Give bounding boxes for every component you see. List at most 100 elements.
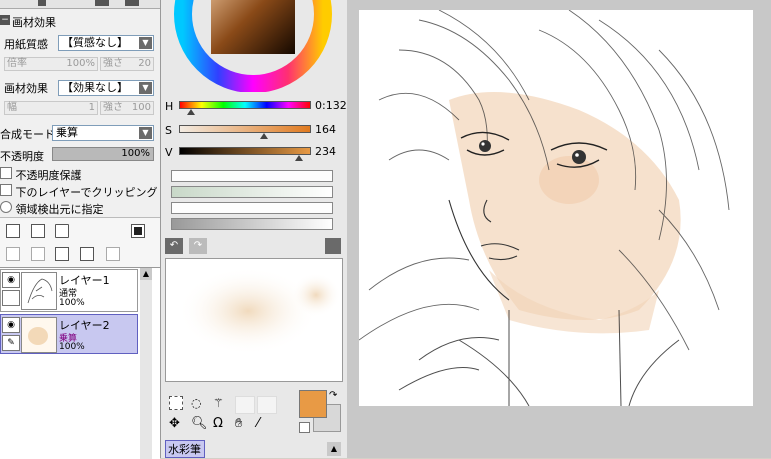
rotate-icon[interactable]: Ω — [213, 416, 223, 432]
layer-thumbnail — [21, 317, 57, 353]
sketch-thumbnail-icon — [27, 278, 53, 304]
lasso-icon[interactable]: ◌ — [191, 396, 207, 410]
hand-icon[interactable]: ✋︎ — [235, 416, 242, 432]
color-panel: H 0:132 S 164 V 234 ↶ ↷ ◌ ⚚ ✥ 🔍︎ Ω ✋︎ ⁄ … — [160, 0, 348, 458]
opacity-slider[interactable]: 100% — [52, 147, 154, 161]
foreground-color-swatch[interactable] — [299, 390, 327, 418]
texture-section-title: 画材効果 — [12, 16, 56, 29]
layer-row-selected[interactable]: ◉ ✎ レイヤー2 乗算 100% — [0, 314, 138, 354]
effect-strength-field[interactable]: 強さ 100 — [100, 101, 154, 115]
hue-slider-thumb[interactable] — [187, 109, 195, 115]
texture-strength-label: 強さ — [103, 58, 123, 69]
selection-source-label: 領域検出元に指定 — [15, 203, 104, 216]
blend-mode-label: 合成モード — [0, 128, 55, 141]
paper-texture-value: 【質感なし】 — [62, 36, 128, 49]
clip-below-checkbox[interactable] — [0, 184, 12, 196]
mask-square — [134, 227, 142, 235]
s-label: S — [165, 124, 172, 137]
collapse-icon[interactable]: − — [0, 15, 10, 25]
reset-colors-icon[interactable] — [299, 422, 310, 433]
chevron-down-icon: ▼ — [139, 37, 152, 49]
layer-toolbar — [0, 217, 160, 268]
lock-toggle[interactable] — [2, 290, 20, 306]
color-wheel[interactable] — [169, 0, 339, 92]
scratchpad-menu-icon[interactable] — [325, 238, 341, 254]
transfer-down-icon[interactable] — [6, 247, 20, 261]
v-label: V — [165, 146, 173, 159]
color-thumbnail-icon — [28, 327, 48, 345]
undo-icon[interactable]: ↶ — [165, 238, 183, 254]
eye-icon[interactable]: ◉ — [2, 317, 20, 333]
mixer-slider-2[interactable] — [171, 186, 333, 198]
layer-opacity: 100% — [59, 298, 85, 308]
new-pen-layer-icon[interactable] — [31, 224, 45, 238]
trash-icon[interactable] — [80, 247, 94, 261]
rectangle-select-icon[interactable] — [169, 396, 183, 410]
layer-row[interactable]: ◉ レイヤー1 通常 100% — [0, 269, 138, 312]
value-slider-thumb[interactable] — [295, 155, 303, 161]
scratchpad[interactable] — [165, 258, 343, 382]
ratio-field[interactable]: 倍率 100% — [4, 57, 98, 71]
ratio-label: 倍率 — [7, 58, 27, 69]
v-value: 234 — [315, 145, 336, 158]
clip-below-option[interactable]: 下のレイヤーでクリッピング — [0, 184, 158, 200]
scroll-up-icon[interactable]: ▲ — [327, 442, 341, 456]
layer-property-icon[interactable] — [106, 247, 120, 261]
hue-slider[interactable] — [179, 101, 311, 109]
canvas[interactable] — [359, 10, 753, 406]
redo-icon[interactable]: ↷ — [189, 238, 207, 254]
saturation-slider-thumb[interactable] — [260, 133, 268, 139]
mixer-slider-4[interactable] — [171, 218, 333, 230]
selection-source-option[interactable]: 領域検出元に指定 — [0, 201, 104, 217]
slider-thumb[interactable] — [38, 0, 46, 6]
mixer-slider-3[interactable] — [171, 202, 333, 214]
h-value: 0:132 — [315, 99, 347, 112]
preserve-opacity-option[interactable]: 不透明度保護 — [0, 167, 82, 183]
mixer-slider-1[interactable] — [171, 170, 333, 182]
brush-icon[interactable]: ✎ — [2, 335, 20, 351]
empty-tool-slot — [257, 396, 277, 414]
blend-mode-select[interactable]: 乗算 ▼ — [52, 125, 154, 141]
ratio-value: 100% — [66, 58, 95, 69]
layer-opacity: 100% — [59, 342, 85, 352]
effect-strength-label: 強さ — [103, 102, 123, 113]
opacity-label: 不透明度 — [0, 150, 44, 163]
clear-layer-icon[interactable] — [55, 247, 69, 261]
selection-source-radio[interactable] — [0, 201, 12, 213]
layer-list: ▲ ◉ レイヤー1 通常 100% ◉ ✎ レイヤー2 乗算 100% — [0, 267, 160, 459]
merge-down-icon[interactable] — [31, 247, 45, 261]
effect-select[interactable]: 【効果なし】 ▼ — [58, 80, 154, 96]
preserve-opacity-checkbox[interactable] — [0, 167, 12, 179]
saturation-value-box[interactable] — [211, 0, 295, 54]
eyedropper-icon[interactable]: ⁄ — [257, 416, 259, 432]
empty-tool-slot — [235, 396, 255, 414]
portrait-artwork — [359, 10, 730, 406]
tool-grid: ◌ ⚚ ✥ 🔍︎ Ω ✋︎ ⁄ — [167, 392, 277, 436]
scroll-up-icon[interactable]: ▲ — [140, 268, 152, 280]
move-icon[interactable]: ✥ — [169, 416, 180, 432]
eye-icon[interactable]: ◉ — [2, 272, 20, 288]
magic-wand-icon[interactable]: ⚚ — [213, 396, 229, 410]
saturation-slider[interactable] — [179, 125, 311, 133]
blend-mode-value: 乗算 — [56, 126, 78, 139]
layer-mask-icon[interactable] — [131, 224, 145, 238]
value-slider[interactable] — [179, 147, 311, 155]
left-panel: − 画材効果 用紙質感 【質感なし】 ▼ 倍率 100% 強さ 20 画材効果 … — [0, 0, 160, 459]
texture-strength-field[interactable]: 強さ 20 — [100, 57, 154, 71]
layer-list-scrollbar[interactable]: ▲ — [140, 268, 152, 459]
effect-width-field[interactable]: 幅 1 — [4, 101, 98, 115]
new-layer-icon[interactable] — [6, 224, 20, 238]
minimize-button[interactable] — [95, 0, 109, 6]
chevron-down-icon: ▼ — [139, 82, 152, 94]
texture-strength-value: 20 — [138, 58, 151, 69]
preserve-opacity-label: 不透明度保護 — [15, 169, 82, 182]
close-button[interactable] — [125, 0, 139, 6]
brush-watercolor[interactable]: 水彩筆 — [165, 440, 205, 458]
new-folder-icon[interactable] — [55, 224, 69, 238]
effect-width-label: 幅 — [7, 102, 17, 113]
paper-texture-label: 用紙質感 — [4, 38, 48, 51]
zoom-icon[interactable]: 🔍︎ — [191, 416, 208, 432]
swap-colors-icon[interactable]: ↷ — [329, 390, 337, 401]
clip-below-label: 下のレイヤーでクリッピング — [15, 186, 158, 199]
paper-texture-select[interactable]: 【質感なし】 ▼ — [58, 35, 154, 51]
